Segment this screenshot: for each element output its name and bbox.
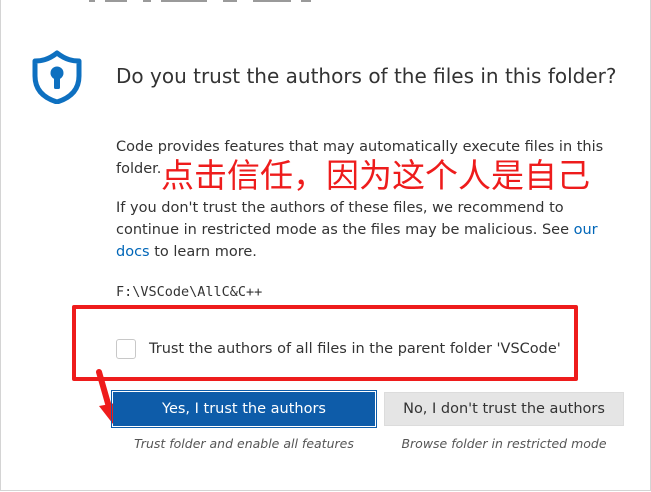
trust-parent-checkbox-label[interactable]: Trust the authors of all files in the pa… (149, 341, 561, 357)
trust-button-caption: Trust folder and enable all features (134, 436, 354, 451)
folder-path: F:\VSCode\AllC&C++ (116, 284, 263, 300)
shield-keyhole-icon (32, 50, 82, 104)
trust-parent-checkbox-row[interactable]: Trust the authors of all files in the pa… (116, 339, 561, 359)
dialog-warning-message: If you don't trust the authors of these … (116, 197, 631, 263)
dialog-title: Do you trust the authors of the files in… (116, 64, 617, 88)
trust-button[interactable]: Yes, I trust the authors (111, 390, 377, 428)
warning-text-end: to learn more. (149, 244, 257, 260)
workspace-trust-dialog: Do you trust the authors of the files in… (0, 0, 651, 491)
dont-trust-button-caption: Browse folder in restricted mode (401, 436, 607, 451)
warning-text: If you don't trust the authors of these … (116, 200, 574, 238)
trust-parent-checkbox[interactable] (116, 339, 136, 359)
annotation-text: 点击信任，因为这个人是自己 (161, 156, 590, 195)
cropped-top-edge (1, 0, 650, 4)
dont-trust-button[interactable]: No, I don't trust the authors (384, 392, 624, 426)
